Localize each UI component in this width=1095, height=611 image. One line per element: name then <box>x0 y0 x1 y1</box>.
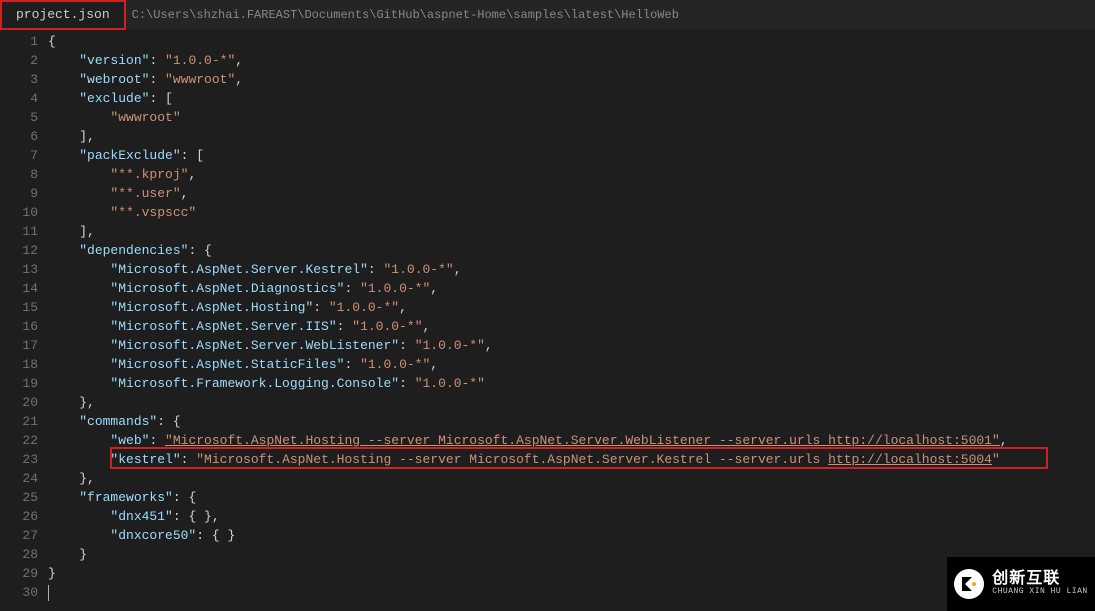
code-line[interactable]: "Microsoft.AspNet.StaticFiles": "1.0.0-*… <box>48 355 1095 374</box>
tab-label: project.json <box>16 7 110 22</box>
code-line[interactable]: "Microsoft.AspNet.Server.IIS": "1.0.0-*"… <box>48 317 1095 336</box>
logo-icon <box>954 569 984 599</box>
line-number: 12 <box>0 241 38 260</box>
code-line[interactable]: "kestrel": "Microsoft.AspNet.Hosting --s… <box>48 450 1095 469</box>
code-line[interactable]: }, <box>48 469 1095 488</box>
line-number: 2 <box>0 51 38 70</box>
line-number: 1 <box>0 32 38 51</box>
code-line[interactable]: "web": "Microsoft.AspNet.Hosting --serve… <box>48 431 1095 450</box>
code-line[interactable]: "Microsoft.Framework.Logging.Console": "… <box>48 374 1095 393</box>
code-line[interactable]: "**.vspscc" <box>48 203 1095 222</box>
code-line[interactable]: "Microsoft.AspNet.Hosting": "1.0.0-*", <box>48 298 1095 317</box>
line-number: 8 <box>0 165 38 184</box>
line-number: 9 <box>0 184 38 203</box>
line-number: 20 <box>0 393 38 412</box>
line-number: 28 <box>0 545 38 564</box>
watermark-logo: 创新互联 CHUANG XIN HU LIAN <box>947 557 1095 611</box>
code-editor[interactable]: 1234567891011121314151617181920212223242… <box>0 30 1095 611</box>
code-line[interactable]: }, <box>48 393 1095 412</box>
code-line[interactable]: ], <box>48 127 1095 146</box>
line-number: 21 <box>0 412 38 431</box>
code-line[interactable]: ], <box>48 222 1095 241</box>
breadcrumb: C:\Users\shzhai.FAREAST\Documents\GitHub… <box>122 8 679 22</box>
line-number: 10 <box>0 203 38 222</box>
code-line[interactable]: "commands": { <box>48 412 1095 431</box>
code-line[interactable]: "dnxcore50": { } <box>48 526 1095 545</box>
code-line[interactable]: "version": "1.0.0-*", <box>48 51 1095 70</box>
tab-project-json[interactable]: project.json <box>0 0 126 30</box>
line-number: 3 <box>0 70 38 89</box>
code-line[interactable]: "webroot": "wwwroot", <box>48 70 1095 89</box>
code-line[interactable]: "exclude": [ <box>48 89 1095 108</box>
code-line[interactable]: } <box>48 545 1095 564</box>
line-number: 24 <box>0 469 38 488</box>
line-number: 18 <box>0 355 38 374</box>
logo-text-en: CHUANG XIN HU LIAN <box>992 588 1087 597</box>
code-line[interactable] <box>48 583 1095 602</box>
code-line[interactable]: { <box>48 32 1095 51</box>
logo-text: 创新互联 CHUANG XIN HU LIAN <box>992 571 1087 597</box>
code-line[interactable]: "Microsoft.AspNet.Server.WebListener": "… <box>48 336 1095 355</box>
code-line[interactable]: "wwwroot" <box>48 108 1095 127</box>
line-number: 4 <box>0 89 38 108</box>
code-line[interactable]: "dependencies": { <box>48 241 1095 260</box>
line-number: 16 <box>0 317 38 336</box>
line-number: 6 <box>0 127 38 146</box>
line-number: 19 <box>0 374 38 393</box>
code-line[interactable]: "Microsoft.AspNet.Server.Kestrel": "1.0.… <box>48 260 1095 279</box>
text-cursor <box>48 585 49 601</box>
line-number: 7 <box>0 146 38 165</box>
line-number: 29 <box>0 564 38 583</box>
code-content[interactable]: { "version": "1.0.0-*", "webroot": "wwwr… <box>48 30 1095 611</box>
line-number: 27 <box>0 526 38 545</box>
line-number: 11 <box>0 222 38 241</box>
line-number: 26 <box>0 507 38 526</box>
line-number: 23 <box>0 450 38 469</box>
code-line[interactable]: "dnx451": { }, <box>48 507 1095 526</box>
line-number: 5 <box>0 108 38 127</box>
line-number: 15 <box>0 298 38 317</box>
code-line[interactable]: "frameworks": { <box>48 488 1095 507</box>
tab-bar: project.json C:\Users\shzhai.FAREAST\Doc… <box>0 0 1095 30</box>
line-number: 14 <box>0 279 38 298</box>
code-line[interactable]: } <box>48 564 1095 583</box>
logo-text-cn: 创新互联 <box>992 571 1087 589</box>
line-number: 25 <box>0 488 38 507</box>
line-number: 22 <box>0 431 38 450</box>
line-number: 17 <box>0 336 38 355</box>
line-number: 13 <box>0 260 38 279</box>
code-line[interactable]: "Microsoft.AspNet.Diagnostics": "1.0.0-*… <box>48 279 1095 298</box>
line-number: 30 <box>0 583 38 602</box>
code-line[interactable]: "packExclude": [ <box>48 146 1095 165</box>
line-number-gutter: 1234567891011121314151617181920212223242… <box>0 30 48 611</box>
code-line[interactable]: "**.kproj", <box>48 165 1095 184</box>
code-line[interactable]: "**.user", <box>48 184 1095 203</box>
